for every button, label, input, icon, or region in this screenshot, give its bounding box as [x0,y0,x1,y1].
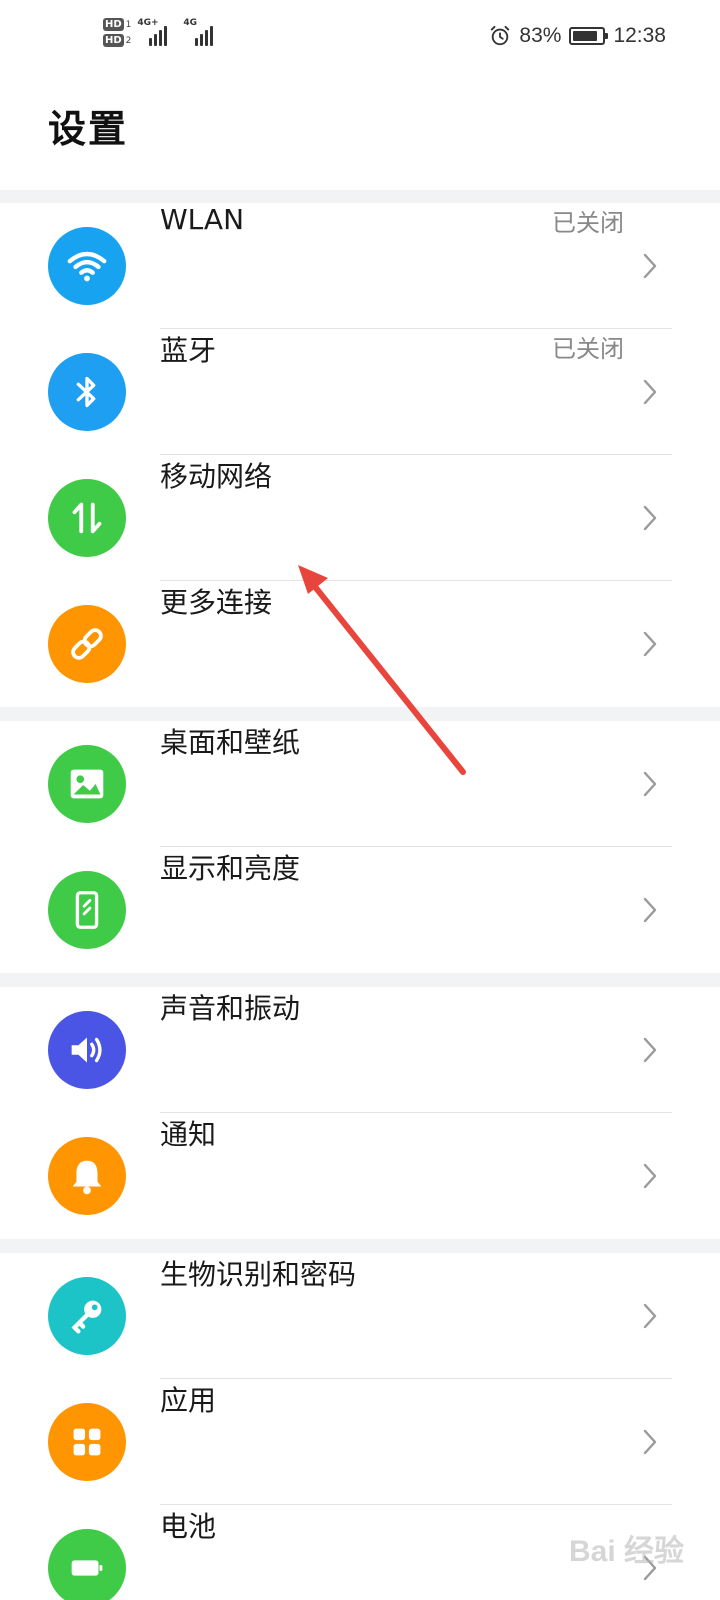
chevron-right-icon [643,253,657,279]
settings-item-label: 声音和振动 [160,992,301,1025]
mobile-data-icon [48,479,126,557]
battery-icon [48,1529,126,1600]
chevron-right-icon [643,631,657,657]
settings-item-label: 应用 [160,1384,217,1417]
settings-item-label: 显示和亮度 [160,852,301,885]
settings-item-notifications[interactable]: 通知 [0,1113,720,1239]
status-right: 83% 12:38 [489,24,666,48]
alarm-icon [491,25,510,46]
settings-item-label: 桌面和壁纸 [160,726,301,759]
settings-group-sound: 声音和振动 通知 [0,987,720,1239]
bell-icon [48,1137,126,1215]
settings-item-label: 移动网络 [160,460,273,493]
link-icon [48,605,126,683]
settings-item-display-brightness[interactable]: 显示和亮度 [0,847,720,973]
page-title: 设置 [48,107,129,151]
settings-item-label: 电池 [160,1510,217,1543]
signal-icon: 4G+ [137,18,173,46]
settings-item-label: 更多连接 [160,586,273,619]
battery-icon [569,27,609,45]
battery-percent: 83% [519,24,562,47]
hd-badge: HD [103,34,124,47]
settings-item-wlan[interactable]: WLAN 已关闭 [0,203,720,329]
settings-item-status: 已关闭 [552,335,624,363]
chevron-right-icon [643,1303,657,1329]
chevron-right-icon [643,1163,657,1189]
clock: 12:38 [613,24,666,47]
wifi-icon [48,227,126,305]
chevron-right-icon [643,771,657,797]
apps-icon [48,1403,126,1481]
bluetooth-icon [48,353,126,431]
settings-item-label: 通知 [160,1118,217,1151]
settings-item-apps[interactable]: 应用 [0,1379,720,1505]
settings-item-label: 蓝牙 [160,334,217,367]
settings-item-wallpaper[interactable]: 桌面和壁纸 [0,721,720,847]
settings-item-mobile-network[interactable]: 移动网络 [0,455,720,581]
key-icon [48,1277,126,1355]
settings-item-bluetooth[interactable]: 蓝牙 已关闭 [0,329,720,455]
chevron-right-icon [643,379,657,405]
settings-item-sound-vibration[interactable]: 声音和振动 [0,987,720,1113]
status-bar: HD 1 HD 2 4G+ 4G 83% 12:38 [0,0,720,80]
settings-item-biometrics-password[interactable]: 生物识别和密码 [0,1253,720,1379]
signal-icon: 4G [183,18,219,46]
hd-badge: HD [103,18,124,31]
settings-group-display: 桌面和壁纸 显示和亮度 [0,721,720,973]
wallpaper-icon [48,745,126,823]
hd-sim2: HD 2 [103,34,132,47]
chevron-right-icon [643,897,657,923]
watermark: Bai 经验 [568,1535,684,1568]
settings-item-more-connections[interactable]: 更多连接 [0,581,720,707]
chevron-right-icon [643,505,657,531]
sound-icon [48,1011,126,1089]
chevron-right-icon [643,1429,657,1455]
display-icon [48,871,126,949]
settings-item-label: WLAN [160,203,245,236]
settings-item-status: 已关闭 [552,209,624,237]
settings-group-connectivity: WLAN 已关闭 蓝牙 已关闭 移动网络 更多连接 [0,203,720,707]
hd-sim1: HD 1 [103,18,132,31]
page-header: 设置 [0,80,720,190]
sim-indicators: HD 1 HD 2 4G+ 4G [103,18,219,47]
chevron-right-icon [643,1037,657,1063]
settings-item-label: 生物识别和密码 [160,1258,357,1291]
